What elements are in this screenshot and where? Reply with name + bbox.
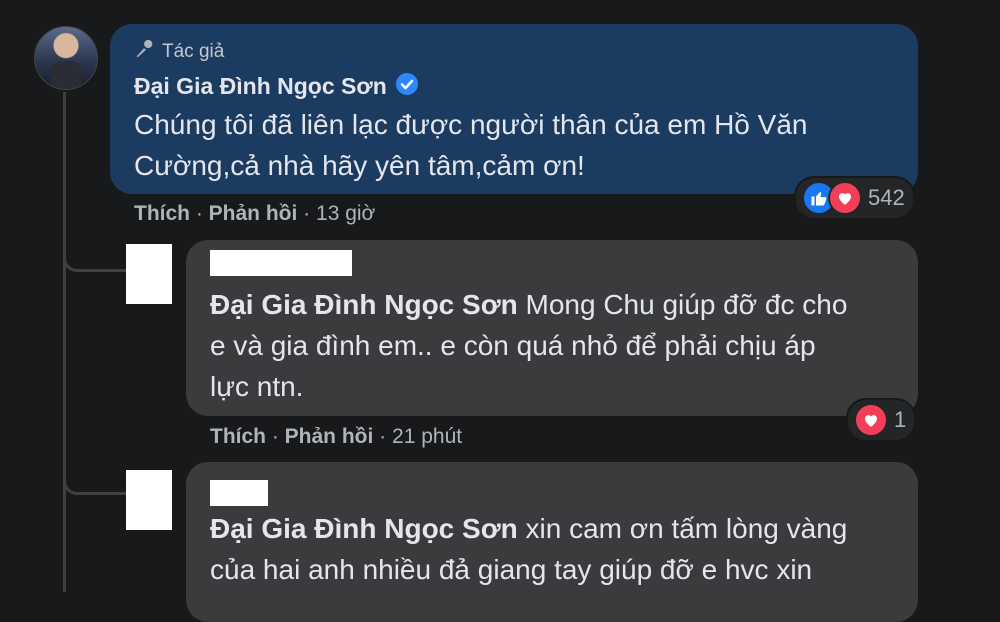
- love-icon: [854, 403, 888, 437]
- comment-text-line: Cường,cả nhà hãy yên tâm,cảm ơn!: [134, 150, 585, 181]
- thread-line: [63, 92, 66, 592]
- redacted-name: [210, 250, 352, 276]
- avatar[interactable]: [126, 244, 172, 304]
- timestamp[interactable]: 13 giờ: [316, 202, 375, 225]
- separator: ·: [297, 202, 317, 225]
- comment-text: Đại Gia Đình Ngọc Sơn xin cam ơn tấm lòn…: [210, 508, 847, 590]
- reaction-summary[interactable]: 542: [794, 176, 915, 220]
- separator: ·: [266, 425, 285, 448]
- comment-text-line: Mong Chu giúp đỡ đc cho: [517, 289, 848, 320]
- commenter-name[interactable]: Đại Gia Đình Ngọc Sơn: [134, 73, 387, 100]
- comment-text: Chúng tôi đã liên lạc được người thân củ…: [134, 104, 807, 186]
- comment-actions: Thích · Phản hồi · 21 phút: [210, 425, 462, 449]
- comment-text-line: lực ntn.: [210, 371, 304, 402]
- reaction-summary[interactable]: 1: [846, 398, 917, 442]
- like-link[interactable]: Thích: [134, 202, 190, 225]
- comment-text-line: của hai anh nhiều đả giang tay giúp đỡ e…: [210, 554, 813, 585]
- comment-actions: Thích · Phản hồi · 13 giờ: [134, 202, 375, 226]
- reply-link[interactable]: Phản hồi: [209, 202, 298, 225]
- mention-link[interactable]: Đại Gia Đình Ngọc Sơn: [210, 289, 518, 320]
- timestamp[interactable]: 21 phút: [392, 425, 462, 448]
- comment-text-line: xin cam ơn tấm lòng vàng: [517, 513, 848, 544]
- redacted-name: [210, 480, 268, 506]
- like-link[interactable]: Thích: [210, 425, 266, 448]
- comment-text-line: e và gia đình em.. e còn quá nhỏ để phải…: [210, 330, 816, 361]
- verified-icon: [395, 72, 419, 101]
- avatar[interactable]: [34, 26, 98, 90]
- thread-branch: [63, 253, 126, 272]
- microphone-icon: [134, 38, 156, 66]
- author-badge-label: Tác giả: [162, 41, 225, 62]
- reaction-count: 1: [894, 407, 907, 432]
- reaction-count: 542: [868, 185, 905, 210]
- love-icon: [828, 181, 862, 215]
- comment-text-line: Chúng tôi đã liên lạc được người thân củ…: [134, 109, 808, 140]
- separator: ·: [190, 202, 209, 225]
- reply-link[interactable]: Phản hồi: [285, 425, 374, 448]
- author-badge: Tác giả: [134, 38, 224, 66]
- avatar[interactable]: [126, 470, 172, 530]
- comment-author-row: Đại Gia Đình Ngọc Sơn: [134, 72, 419, 101]
- comment-text: Đại Gia Đình Ngọc Sơn Mong Chu giúp đỡ đ…: [210, 284, 847, 407]
- separator: ·: [373, 425, 393, 448]
- mention-link[interactable]: Đại Gia Đình Ngọc Sơn: [210, 513, 518, 544]
- thread-branch: [63, 476, 126, 495]
